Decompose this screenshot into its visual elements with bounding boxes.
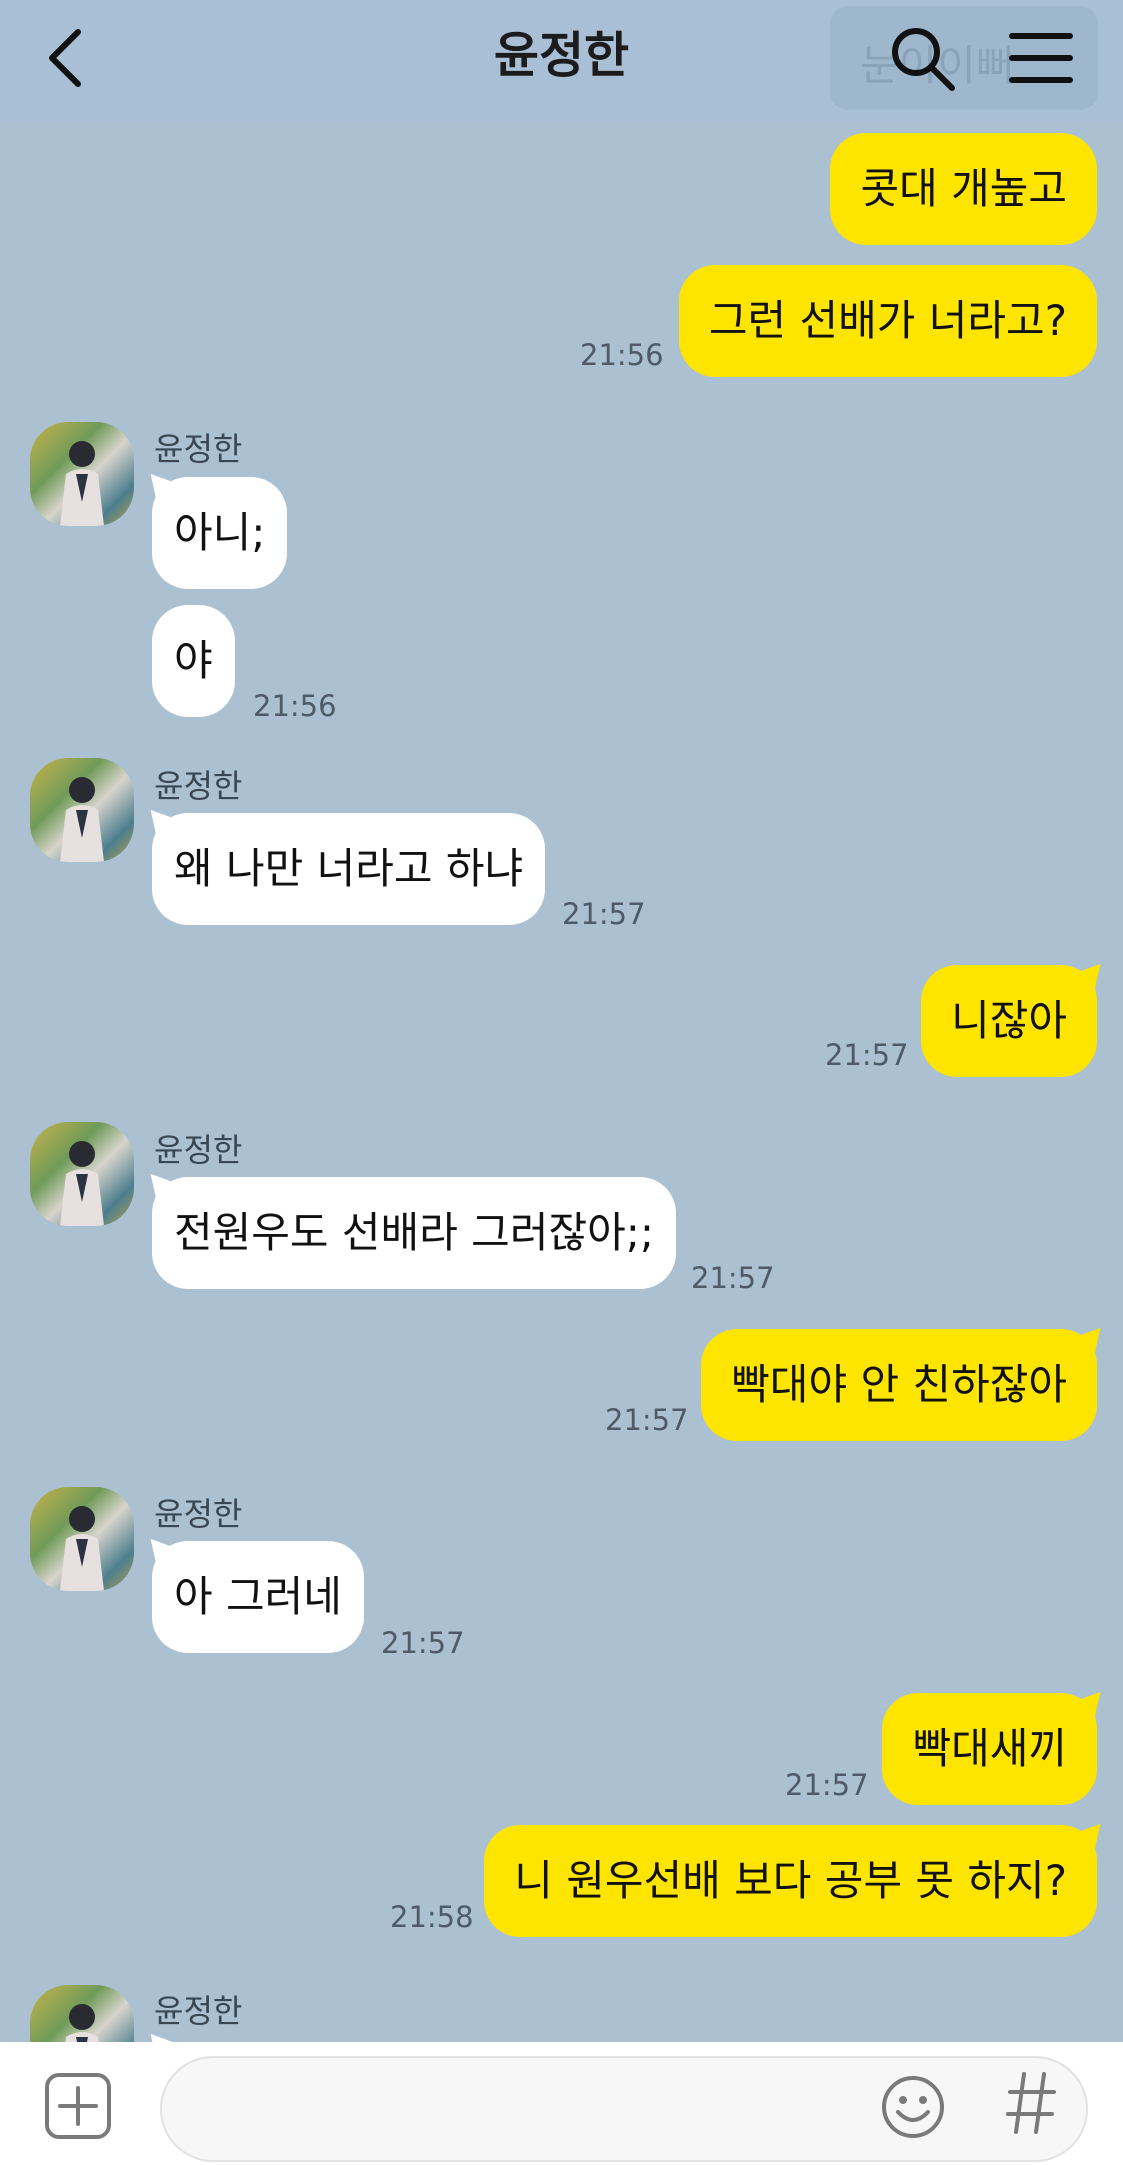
message-input-bar [0, 2042, 1123, 2165]
sender-name: 윤정한 [154, 1131, 243, 1169]
message-input[interactable] [160, 2056, 1088, 2162]
my-message-bubble[interactable]: 니잖아 [921, 965, 1097, 1077]
emoji-icon[interactable] [880, 2074, 946, 2140]
my-message-bubble[interactable]: 콧대 개높고 [830, 133, 1097, 245]
other-message-bubble[interactable]: 야 [152, 605, 235, 717]
message-timestamp: 21:58 [390, 1900, 474, 1934]
message-timestamp: 21:57 [605, 1403, 689, 1437]
avatar[interactable] [30, 422, 134, 526]
sender-name: 윤정한 [154, 767, 243, 805]
sender-name: 윤정한 [154, 1992, 243, 2030]
add-attachment-icon[interactable] [44, 2072, 112, 2140]
other-message-bubble[interactable]: 아니; [152, 477, 288, 589]
other-message-bubble[interactable]: 왜 나만 너라고 하냐 [152, 813, 546, 925]
message-timestamp: 21:57 [691, 1261, 775, 1295]
message-timestamp: 21:57 [562, 897, 646, 931]
profile-photo-icon [60, 441, 104, 526]
search-icon[interactable] [888, 24, 958, 94]
avatar[interactable] [30, 1487, 134, 1591]
message-timestamp: 21:57 [825, 1038, 909, 1072]
profile-photo-icon [60, 777, 104, 862]
my-message-bubble[interactable]: 그런 선배가 너라고? [678, 265, 1097, 377]
profile-photo-icon [60, 1506, 104, 1591]
other-message-bubble[interactable]: 아 그러네 [152, 1541, 364, 1653]
menu-icon[interactable] [1008, 30, 1074, 86]
sender-name: 윤정한 [154, 1495, 243, 1533]
hashtag-icon[interactable] [1006, 2068, 1056, 2138]
my-message-bubble[interactable]: 니 원우선배 보다 공부 못 하지? [484, 1825, 1097, 1937]
sender-name: 윤정한 [154, 430, 243, 468]
profile-photo-icon [60, 1141, 104, 1226]
my-message-bubble[interactable]: 빡대새끼 [882, 1693, 1097, 1805]
avatar[interactable] [30, 758, 134, 862]
other-message-bubble[interactable]: 전원우도 선배라 그러잖아;; [152, 1177, 677, 1289]
chat-header: 윤정한 눈이이뻐 [0, 0, 1123, 122]
message-timestamp: 21:56 [253, 689, 337, 723]
my-message-bubble[interactable]: 빡대야 안 친하잖아 [701, 1329, 1097, 1441]
message-timestamp: 21:57 [381, 1626, 465, 1660]
message-timestamp: 21:57 [785, 1768, 869, 1802]
avatar[interactable] [30, 1122, 134, 1226]
message-timestamp: 21:56 [580, 338, 664, 372]
